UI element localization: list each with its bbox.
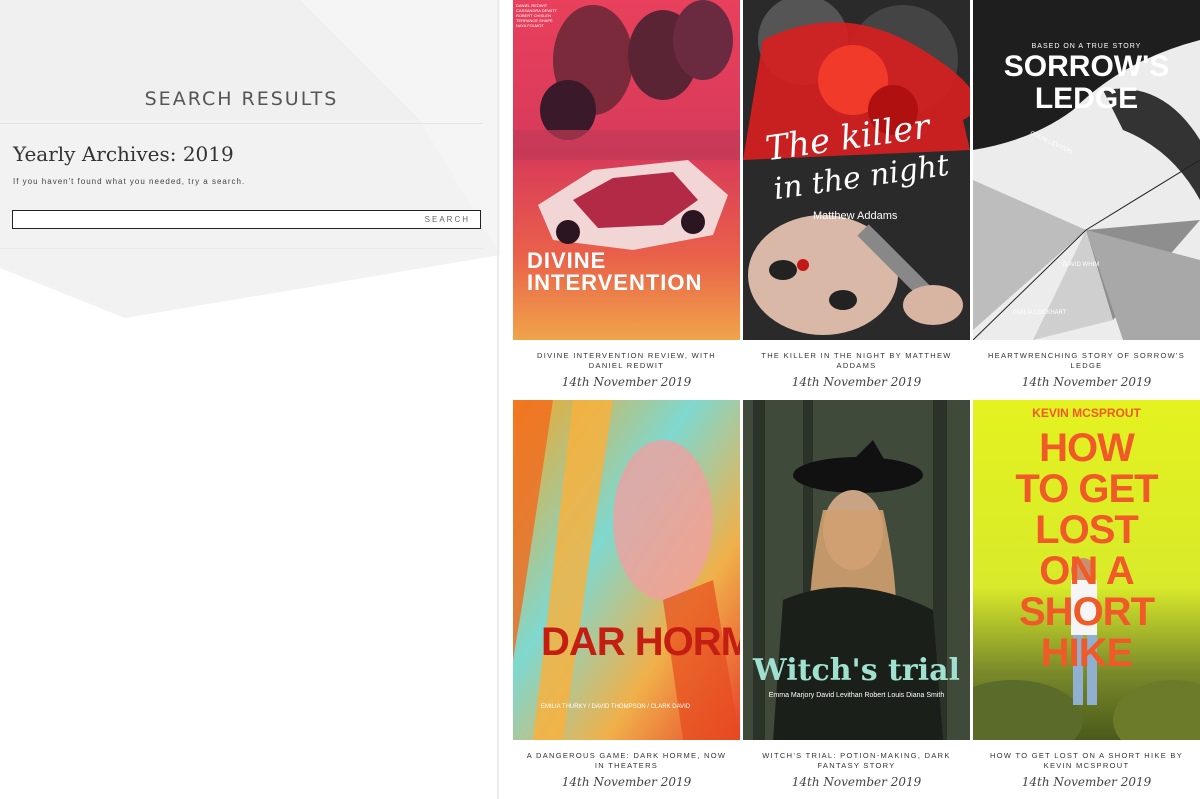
poster-headline: DAR HORME — [541, 620, 740, 664]
post-thumbnail[interactable]: BASED ON A TRUE STORY SORROW'S LEDGE COL… — [973, 0, 1200, 340]
post-title-link[interactable]: HEARTWRENCHING STORY OF SORROW'S LEDGE — [973, 351, 1200, 371]
page-heading: SEARCH RESULTS — [144, 88, 339, 110]
poster-author: Matthew Addams — [813, 210, 898, 222]
divider — [0, 248, 483, 249]
post-thumbnail[interactable]: KEVIN MCSPROUT HOW TO GET LOST ON A SHORT HIK… — [973, 400, 1200, 740]
post-title-link[interactable]: A DANGEROUS GAME: DARK HORME, NOW IN THE… — [513, 751, 740, 771]
poster-art — [513, 400, 740, 740]
search-input[interactable] — [13, 211, 415, 228]
divider — [0, 123, 483, 124]
post-card: DIVINE INTERVENTION DANIEL REDWIT CASSAND… — [513, 0, 740, 389]
post-card: The killer in the night Matthew Addams T… — [743, 0, 970, 389]
post-thumbnail[interactable]: Witch's trial Emma Marjory David Levitha… — [743, 400, 970, 740]
search-button[interactable]: SEARCH — [415, 215, 480, 224]
post-date: 14th November 2019 — [791, 775, 922, 789]
post-thumbnail[interactable]: The killer in the night Matthew Addams — [743, 0, 970, 340]
poster-headline: HOW TO GET LOST ON A SHORT HIKE — [1015, 426, 1158, 675]
poster-headline: INTERVENTION — [527, 270, 703, 295]
post-date: 14th November 2019 — [1021, 375, 1152, 389]
search-hint: If you haven't found what you needed, tr… — [13, 177, 246, 186]
poster-name: EMILIA LOCKHART — [1013, 310, 1067, 316]
poster-cast: DANIEL REDWIT CASSANDRA DEWITT ROBERT CHIS… — [516, 3, 558, 28]
post-title-link[interactable]: HOW TO GET LOST ON A SHORT HIKE BY KEVIN… — [973, 751, 1200, 771]
poster-headline: Witch's trial — [753, 653, 960, 688]
post-title-link[interactable]: THE KILLER IN THE NIGHT BY MATTHEW ADDAM… — [743, 351, 970, 371]
post-card: BASED ON A TRUE STORY SORROW'S LEDGE COL… — [973, 0, 1200, 389]
poster-tagline: BASED ON A TRUE STORY — [1031, 43, 1142, 50]
post-date: 14th November 2019 — [1021, 775, 1152, 789]
post-thumbnail[interactable]: DIVINE INTERVENTION DANIEL REDWIT CASSAND… — [513, 0, 740, 340]
post-date: 14th November 2019 — [561, 375, 692, 389]
post-card: KEVIN MCSPROUT HOW TO GET LOST ON A SHORT HIK… — [973, 400, 1200, 789]
sidebar: SEARCH RESULTS Yearly Archives: 2019 If … — [0, 0, 500, 799]
post-date: 14th November 2019 — [791, 375, 922, 389]
poster-headline: SORROW'S — [1003, 50, 1170, 83]
poster-name: DAVID WHIM — [1063, 262, 1100, 268]
poster-art — [743, 400, 970, 740]
post-date: 14th November 2019 — [561, 775, 692, 789]
search-form: SEARCH — [12, 210, 481, 229]
post-thumbnail[interactable]: DAR HORME EMILIA THURKY / DAVID THOMPSON… — [513, 400, 740, 740]
post-title-link[interactable]: DIVINE INTERVENTION REVIEW, WITH DANIEL … — [513, 351, 740, 371]
column-divider — [497, 0, 499, 799]
post-card: Witch's trial Emma Marjory David Levitha… — [743, 400, 970, 789]
post-title-link[interactable]: WITCH'S TRIAL: POTION-MAKING, DARK FANTA… — [743, 751, 970, 771]
archive-title: Yearly Archives: 2019 — [13, 142, 234, 166]
posts-grid: DIVINE INTERVENTION DANIEL REDWIT CASSAND… — [513, 0, 1200, 799]
poster-credits: Emma Marjory David Levithan Robert Louis… — [768, 692, 945, 699]
post-card: DAR HORME EMILIA THURKY / DAVID THOMPSON… — [513, 400, 740, 789]
poster-author: KEVIN MCSPROUT — [1032, 406, 1141, 420]
poster-credits: EMILIA THURKY / DAVID THOMPSON / CLARK D… — [541, 704, 691, 710]
poster-headline: LEDGE — [1034, 82, 1139, 115]
